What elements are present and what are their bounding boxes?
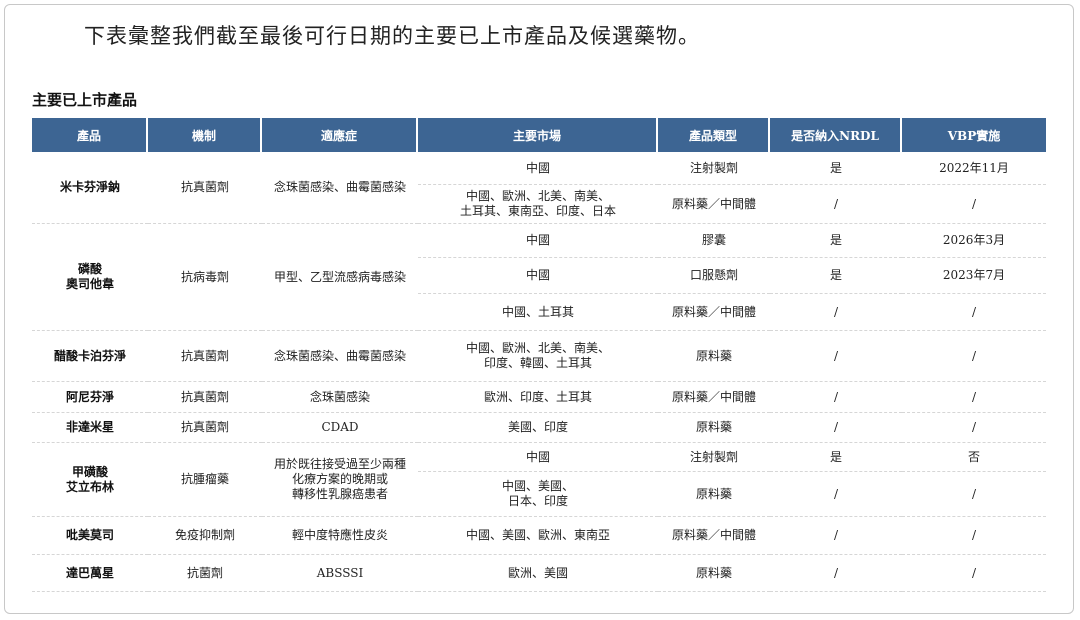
product-name: 吡美莫司	[32, 517, 148, 555]
type-cell: 膠囊	[658, 224, 770, 258]
intro-text: 下表彙整我們截至最後可行日期的主要已上市產品及候選藥物。	[84, 24, 700, 48]
type-cell: 原料藥	[658, 555, 770, 592]
product-mechanism: 抗真菌劑	[148, 331, 262, 382]
type-cell: 原料藥	[658, 472, 770, 517]
market-cell: 中國、美國、歐洲、東南亞	[418, 517, 658, 555]
table-row: 吡美莫司 免疫抑制劑 輕中度特應性皮炎 中國、美國、歐洲、東南亞 原料藥／中間體 / /	[32, 517, 1046, 555]
product-mechanism: 免疫抑制劑	[148, 517, 262, 555]
product-indication: 甲型、乙型流感病毒感染	[262, 224, 418, 331]
vbp-cell: /	[902, 517, 1046, 555]
nrdl-cell: /	[770, 185, 902, 224]
nrdl-cell: /	[770, 555, 902, 592]
market-cell: 中國、美國、 日本、印度	[418, 472, 658, 517]
nrdl-cell: 是	[770, 258, 902, 294]
market-cell: 中國、歐洲、北美、南美、 印度、韓國、土耳其	[418, 331, 658, 382]
vbp-cell: 2023年7月	[902, 258, 1046, 294]
product-mechanism: 抗真菌劑	[148, 152, 262, 224]
nrdl-cell: /	[770, 294, 902, 331]
nrdl-cell: /	[770, 472, 902, 517]
nrdl-cell: 是	[770, 152, 902, 185]
vbp-cell: 2022年11月	[902, 152, 1046, 185]
product-indication: 輕中度特應性皮炎	[262, 517, 418, 555]
market-cell: 中國、土耳其	[418, 294, 658, 331]
product-mechanism: 抗真菌劑	[148, 413, 262, 443]
product-mechanism: 抗真菌劑	[148, 382, 262, 413]
vbp-cell: /	[902, 382, 1046, 413]
table-row: 甲磺酸 艾立布林 抗腫瘤藥 用於既往接受過至少兩種 化療方案的晚期或 轉移性乳腺癌患…	[32, 443, 1046, 517]
product-indication: 用於既往接受過至少兩種 化療方案的晚期或 轉移性乳腺癌患者	[262, 443, 418, 517]
product-name: 醋酸卡泊芬淨	[32, 331, 148, 382]
table-row: 磷酸 奧司他韋 抗病毒劑 甲型、乙型流感病毒感染 中國 膠囊是 2026年3月	[32, 224, 1046, 331]
market-cell: 歐洲、印度、土耳其	[418, 382, 658, 413]
market-cell: 中國	[418, 152, 658, 185]
market-cell: 中國	[418, 443, 658, 472]
nrdl-cell: /	[770, 517, 902, 555]
vbp-cell: /	[902, 555, 1046, 592]
header-vbp: VBP實施	[902, 118, 1046, 152]
table-row: 醋酸卡泊芬淨 抗真菌劑 念珠菌感染、曲霉菌感染 中國、歐洲、北美、南美、 印度、韓國、…	[32, 331, 1046, 382]
section-title: 主要已上市產品	[32, 91, 138, 109]
vbp-cell: /	[902, 413, 1046, 443]
nrdl-cell: 是	[770, 224, 902, 258]
header-mechanism: 機制	[148, 118, 262, 152]
market-cell: 美國、印度	[418, 413, 658, 443]
product-name: 阿尼芬淨	[32, 382, 148, 413]
header-indication: 適應症	[262, 118, 418, 152]
nrdl-cell: /	[770, 382, 902, 413]
nrdl-cell: 是	[770, 443, 902, 472]
market-cell: 中國、歐洲、北美、南美、 土耳其、東南亞、印度、日本	[418, 185, 658, 224]
market-cell: 中國	[418, 224, 658, 258]
market-cell: 歐洲、美國	[418, 555, 658, 592]
product-indication: ABSSSI	[262, 555, 418, 592]
header-nrdl: 是否納入NRDL	[770, 118, 902, 152]
product-name: 磷酸 奧司他韋	[32, 224, 148, 331]
vbp-cell: 2026年3月	[902, 224, 1046, 258]
type-cell: 注射製劑	[658, 443, 770, 472]
table-header-row: 產品 機制 適應症 主要市場 產品類型 是否納入NRDL VBP實施	[32, 118, 1046, 152]
header-market: 主要市場	[418, 118, 658, 152]
table-row: 米卡芬淨鈉 抗真菌劑 念珠菌感染、曲霉菌感染 中國 注射製劑是 2022年11月	[32, 152, 1046, 224]
type-cell: 原料藥／中間體	[658, 185, 770, 224]
table-row: 阿尼芬淨 抗真菌劑 念珠菌感染 歐洲、印度、土耳其 原料藥／中間體 / /	[32, 382, 1046, 413]
product-indication: 念珠菌感染、曲霉菌感染	[262, 152, 418, 224]
product-name: 非達米星	[32, 413, 148, 443]
products-table: 產品 機制 適應症 主要市場 產品類型 是否納入NRDL VBP實施 米卡芬淨鈉…	[32, 118, 1046, 592]
nrdl-cell: /	[770, 413, 902, 443]
vbp-cell: /	[902, 331, 1046, 382]
type-cell: 注射製劑	[658, 152, 770, 185]
product-indication: 念珠菌感染	[262, 382, 418, 413]
table-row: 達巴萬星 抗菌劑 ABSSSI 歐洲、美國 原料藥 / /	[32, 555, 1046, 592]
type-cell: 原料藥	[658, 413, 770, 443]
type-cell: 原料藥／中間體	[658, 382, 770, 413]
type-cell: 原料藥／中間體	[658, 294, 770, 331]
product-indication: CDAD	[262, 413, 418, 443]
type-cell: 原料藥／中間體	[658, 517, 770, 555]
vbp-cell: /	[902, 472, 1046, 517]
table-row: 非達米星 抗真菌劑 CDAD 美國、印度 原料藥 / /	[32, 413, 1046, 443]
vbp-cell: /	[902, 294, 1046, 331]
type-cell: 口服懸劑	[658, 258, 770, 294]
product-indication: 念珠菌感染、曲霉菌感染	[262, 331, 418, 382]
product-name: 米卡芬淨鈉	[32, 152, 148, 224]
vbp-cell: /	[902, 185, 1046, 224]
product-mechanism: 抗菌劑	[148, 555, 262, 592]
market-cell: 中國	[418, 258, 658, 294]
type-cell: 原料藥	[658, 331, 770, 382]
product-mechanism: 抗病毒劑	[148, 224, 262, 331]
vbp-cell: 否	[902, 443, 1046, 472]
product-name: 甲磺酸 艾立布林	[32, 443, 148, 517]
header-type: 產品類型	[658, 118, 770, 152]
header-product: 產品	[32, 118, 148, 152]
product-name: 達巴萬星	[32, 555, 148, 592]
nrdl-cell: /	[770, 331, 902, 382]
product-mechanism: 抗腫瘤藥	[148, 443, 262, 517]
